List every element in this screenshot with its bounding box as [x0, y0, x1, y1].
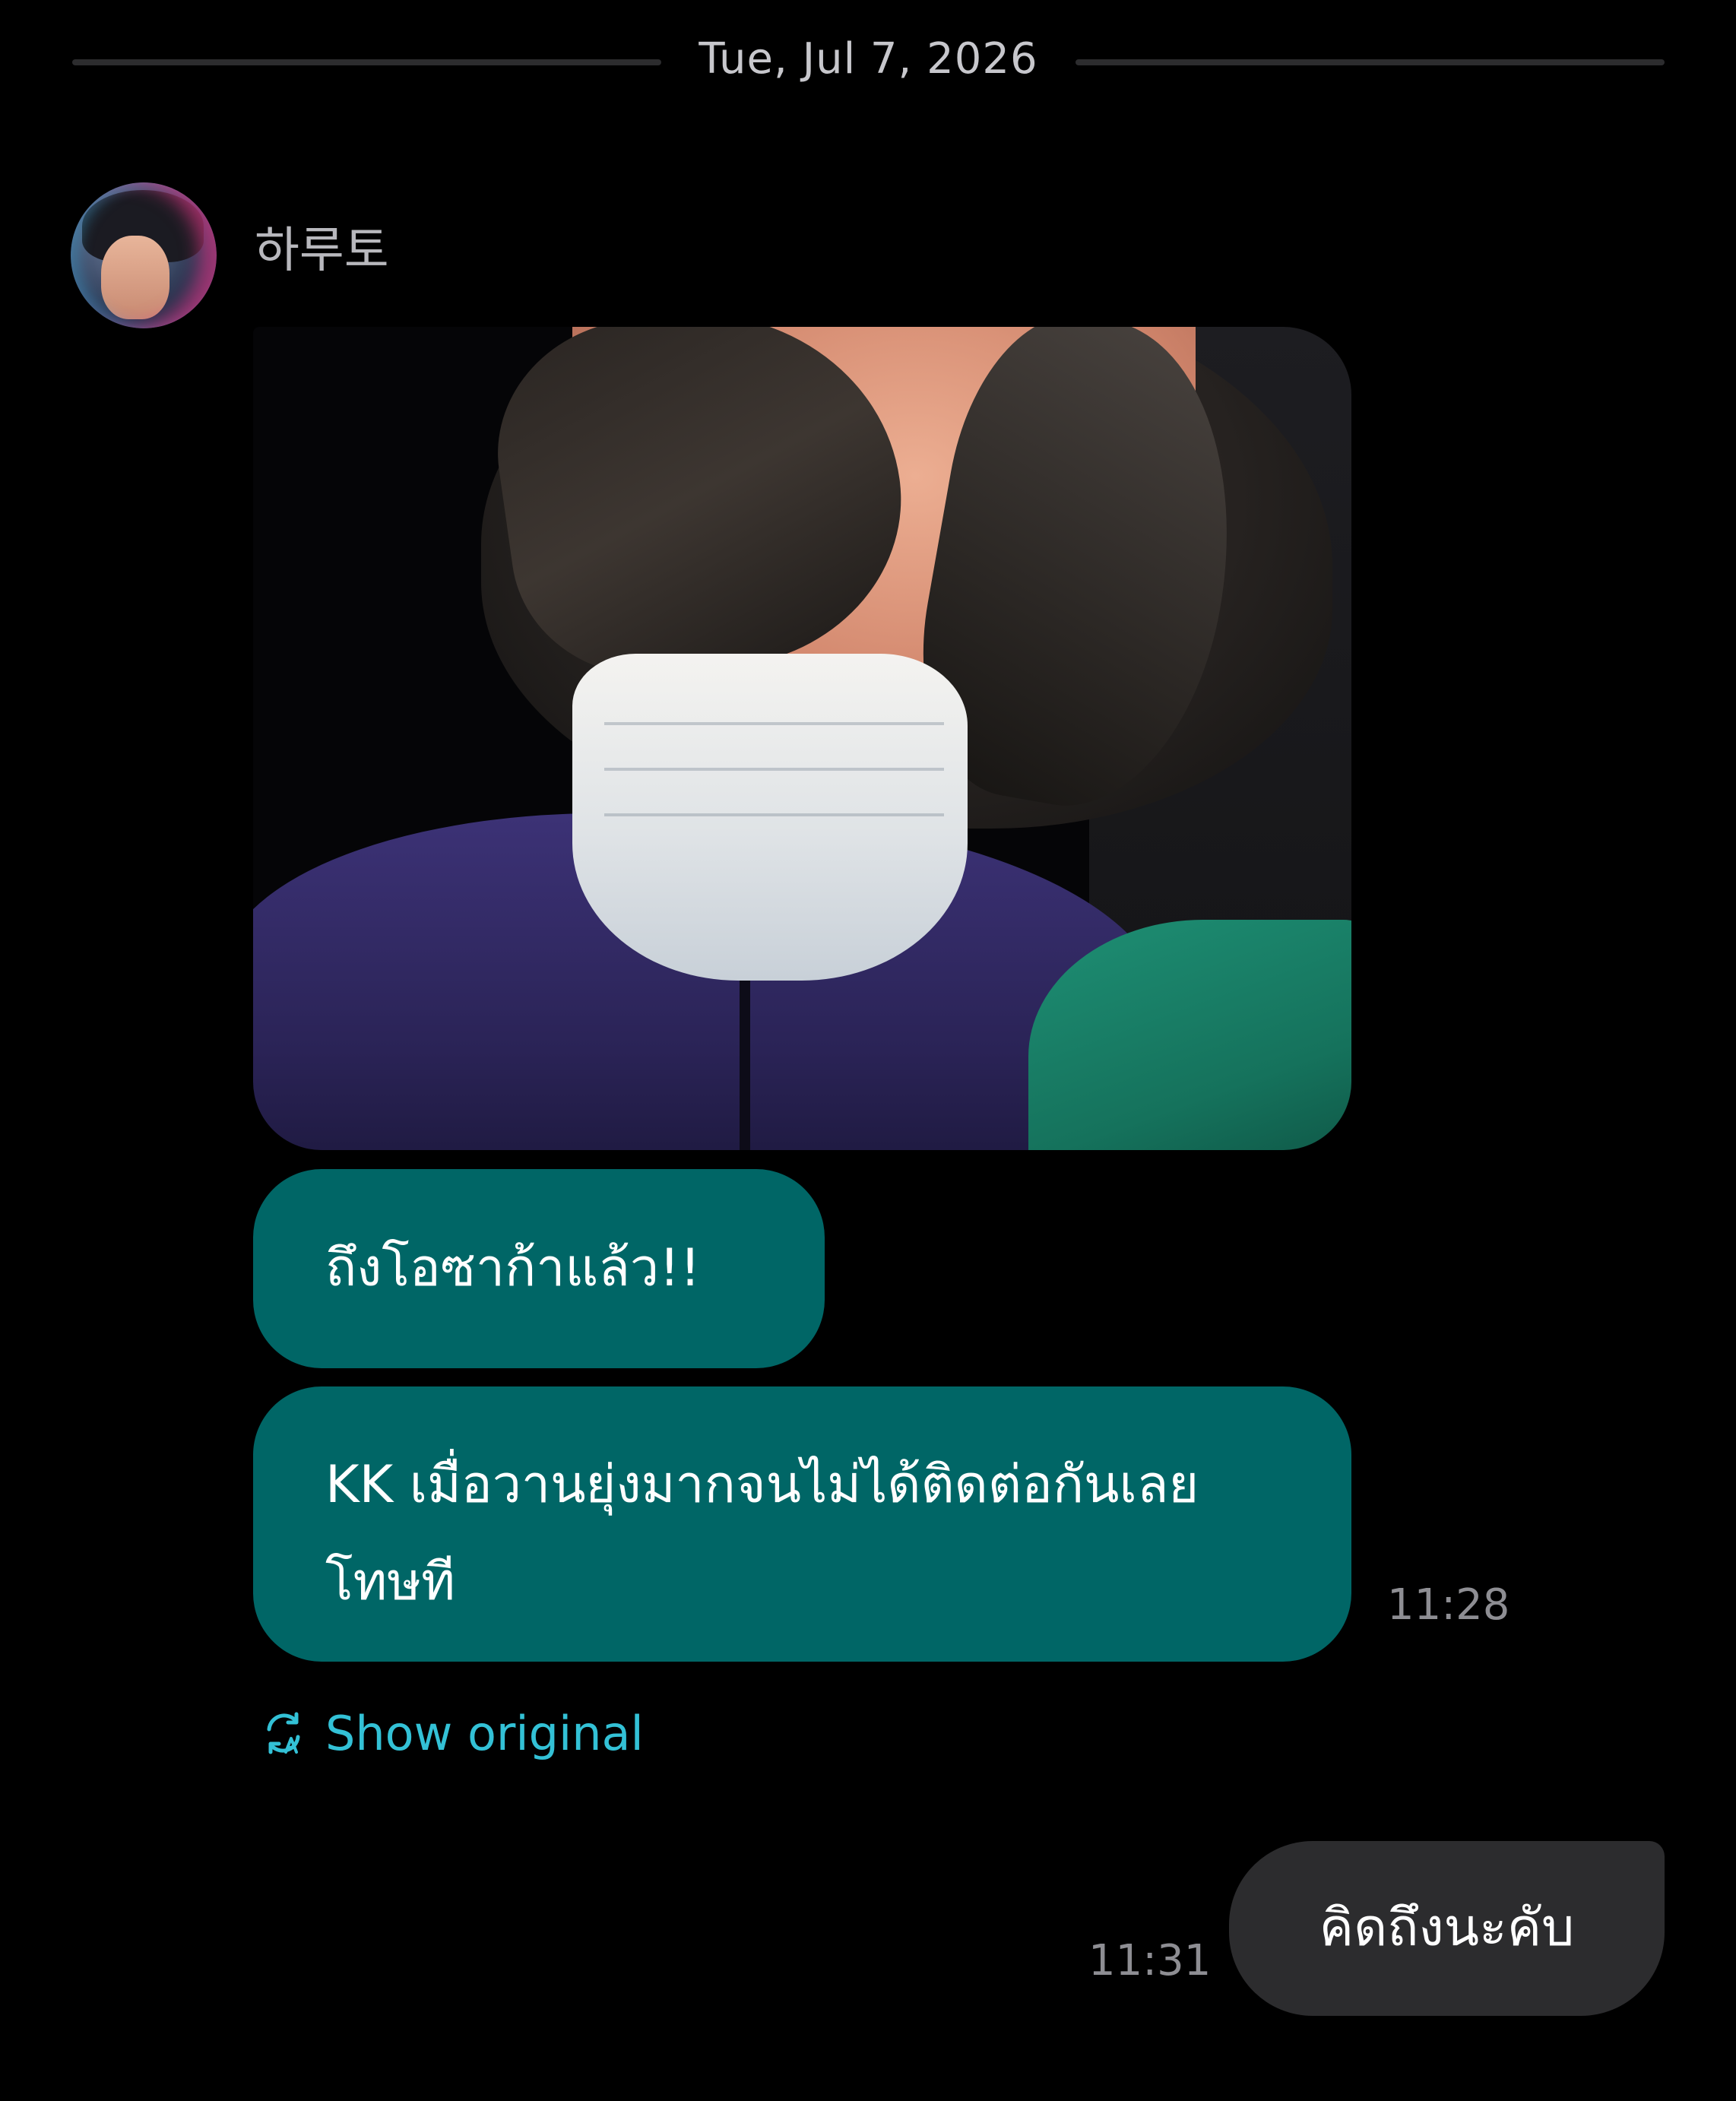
divider-line-right: [1075, 59, 1665, 65]
mask-fold: [603, 722, 944, 725]
sender-name: 하루토: [255, 223, 389, 279]
date-divider: Tue, Jul 7, 2026: [72, 29, 1665, 90]
message-timestamp: 11:31: [1088, 1936, 1212, 1985]
outgoing-message-bubble[interactable]: คิดถึงนะคับ: [1229, 1841, 1665, 2016]
incoming-message-bubble[interactable]: ถึงโอซาก้าแล้ว!!: [253, 1169, 825, 1368]
mask-fold: [603, 768, 944, 771]
photo-message[interactable]: [253, 327, 1351, 1150]
mask-fold: [603, 813, 944, 816]
show-original-button[interactable]: Show original: [258, 1703, 644, 1764]
sender-avatar[interactable]: [71, 182, 217, 328]
date-label: Tue, Jul 7, 2026: [699, 34, 1038, 84]
show-original-label: Show original: [325, 1705, 644, 1761]
divider-line-left: [72, 59, 661, 65]
translate-refresh-icon: [267, 1712, 300, 1754]
photo-face-mask: [572, 654, 968, 981]
incoming-message-bubble[interactable]: KK เมื่อวานยุ่งมากจนไม่ได้ติดต่อกันเลย โ…: [253, 1386, 1351, 1662]
message-timestamp: 11:28: [1387, 1580, 1510, 1630]
photo-zipper: [740, 981, 750, 1150]
avatar-rim-light: [71, 182, 217, 328]
